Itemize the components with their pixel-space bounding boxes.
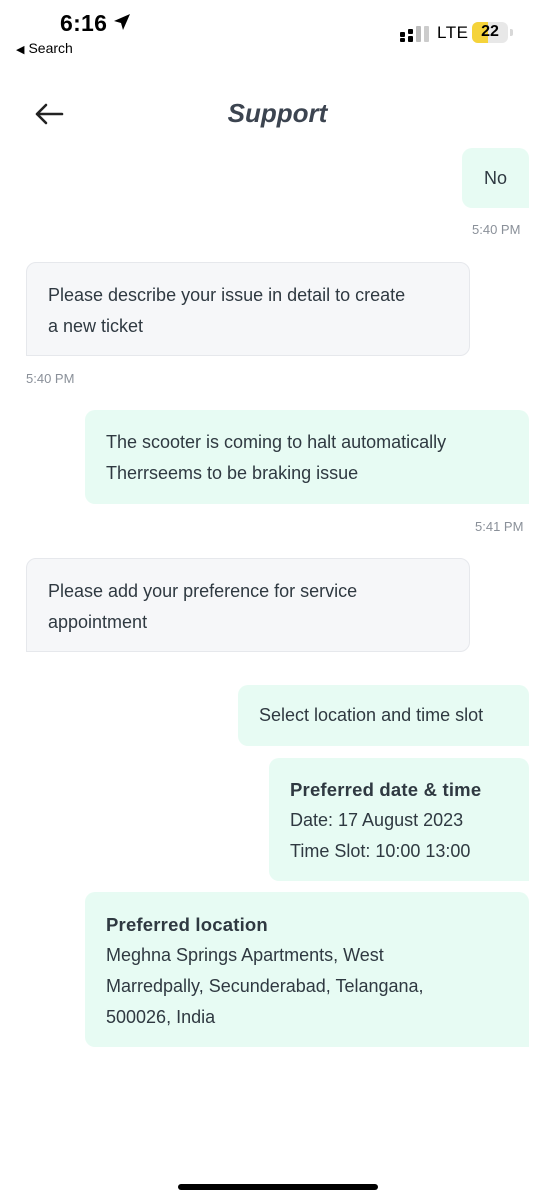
- network-type: LTE: [437, 23, 469, 42]
- signal-icon: [400, 26, 429, 42]
- agent-message: Please add your preference for service a…: [26, 558, 470, 652]
- status-bar: 6:16 ◀ Search LTE 22: [0, 0, 555, 70]
- user-message: Select location and time slot: [238, 685, 529, 746]
- message-timestamp: 5:40 PM: [472, 222, 521, 237]
- card-title: Preferred date & time: [290, 779, 482, 800]
- card-title: Preferred location: [106, 914, 268, 935]
- message-timestamp: 5:40 PM: [26, 371, 75, 386]
- message-line: Please describe your issue in detail to …: [48, 285, 406, 305]
- message-line: Please add your preference for service: [48, 581, 358, 601]
- status-time: 6:16: [60, 10, 108, 36]
- home-indicator[interactable]: [178, 1184, 378, 1190]
- user-message: The scooter is coming to halt automatica…: [85, 410, 529, 504]
- preferred-location-card: Preferred location Meghna Springs Apartm…: [85, 892, 529, 1047]
- message-line: appointment: [48, 612, 148, 632]
- agent-message: Please describe your issue in detail to …: [26, 262, 470, 356]
- address-line: Meghna Springs Apartments, West: [106, 945, 384, 965]
- back-to-app-link[interactable]: ◀ Search: [16, 40, 73, 56]
- message-text: No: [483, 168, 507, 188]
- battery-level: 22: [481, 23, 499, 40]
- message-text: Select location and time slot: [259, 705, 484, 725]
- app-header: Support: [0, 80, 555, 150]
- date-value: Date: 17 August 2023: [290, 810, 464, 830]
- address-line: 500026, India: [106, 1007, 216, 1027]
- page-title: Support: [227, 98, 328, 128]
- message-line: a new ticket: [48, 316, 144, 336]
- time-slot-value: Time Slot: 10:00 13:00: [290, 841, 471, 861]
- battery-icon: 22: [472, 22, 508, 43]
- location-arrow-icon: [114, 14, 130, 30]
- user-message: No: [462, 148, 529, 208]
- preferred-datetime-card: Preferred date & time Date: 17 August 20…: [269, 758, 529, 881]
- message-line: Therrseems to be braking issue: [106, 463, 359, 483]
- back-triangle-icon: ◀: [16, 44, 25, 56]
- message-line: The scooter is coming to halt automatica…: [106, 432, 447, 452]
- address-line: Marredpally, Secunderabad, Telangana,: [106, 976, 424, 996]
- message-timestamp: 5:41 PM: [475, 519, 524, 534]
- back-to-app-label: Search: [28, 40, 73, 56]
